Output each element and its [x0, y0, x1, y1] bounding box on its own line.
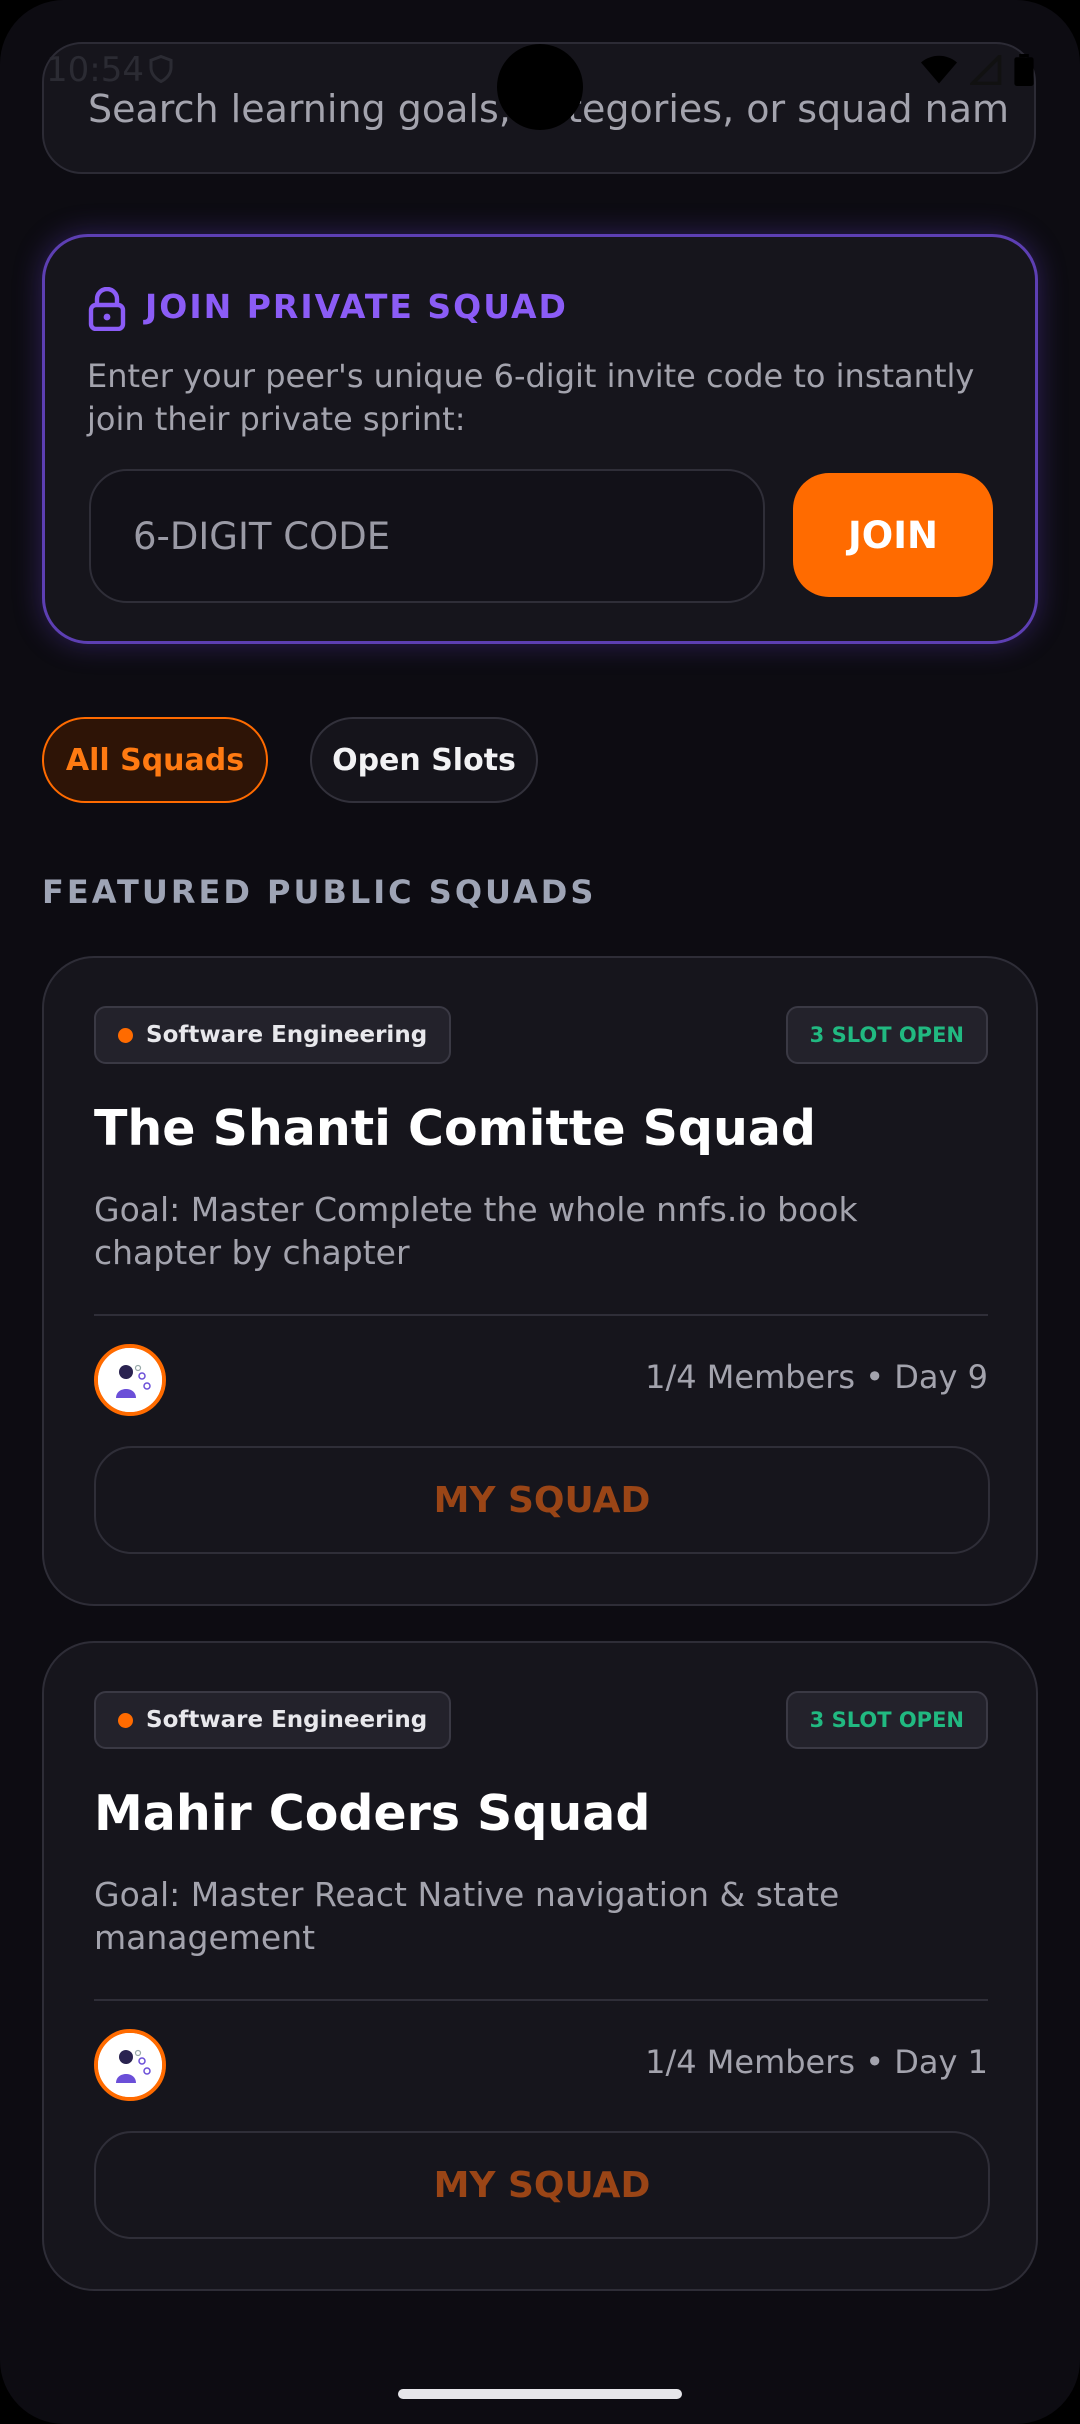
avatar — [94, 1344, 166, 1416]
filter-all-squads[interactable]: All Squads — [42, 717, 268, 803]
app-screen: 10:54 JOIN PRIVATE SQUAD Enter your peer… — [0, 0, 1080, 2424]
lock-icon — [88, 287, 126, 331]
my-squad-button[interactable]: MY SQUAD — [94, 2131, 990, 2239]
squad-card: Software Engineering 3 SLOT OPEN The Sha… — [42, 956, 1038, 1606]
filter-open-slots[interactable]: Open Slots — [310, 717, 538, 803]
battery-icon — [1014, 54, 1034, 86]
squad-goal: Goal: Master React Native navigation & s… — [94, 1875, 840, 1957]
squad-meta: 1/4 Members • Day 9 — [645, 1358, 988, 1396]
squad-goal: Goal: Master Complete the whole nnfs.io … — [94, 1190, 858, 1272]
cellular-signal-icon — [970, 55, 1002, 85]
category-dot — [118, 1713, 133, 1728]
squad-meta: 1/4 Members • Day 1 — [645, 2043, 988, 2081]
category-badge: Software Engineering — [94, 1006, 452, 1064]
status-icons — [920, 54, 1034, 86]
my-squad-button[interactable]: MY SQUAD — [94, 1446, 990, 1554]
category-badge: Software Engineering — [94, 1691, 452, 1749]
squad-name: The Shanti Comitte Squad — [94, 1100, 817, 1157]
category-dot — [118, 1028, 133, 1043]
avatar — [94, 2029, 166, 2101]
join-private-squad-card: JOIN PRIVATE SQUAD Enter your peer's uni… — [42, 234, 1038, 644]
join-button[interactable]: JOIN — [793, 473, 993, 597]
category-label: Software Engineering — [146, 1707, 428, 1733]
member-avatar-icon — [98, 2033, 162, 2097]
divider — [94, 1314, 988, 1316]
front-camera — [497, 44, 583, 130]
divider — [94, 1999, 988, 2001]
shield-icon — [149, 54, 173, 84]
invite-code-input[interactable] — [89, 469, 765, 603]
member-avatar-icon — [98, 1348, 162, 1412]
category-label: Software Engineering — [146, 1022, 428, 1048]
home-indicator[interactable] — [398, 2389, 682, 2399]
slot-badge: 3 SLOT OPEN — [785, 1691, 988, 1749]
slot-badge: 3 SLOT OPEN — [785, 1006, 988, 1064]
squad-card: Software Engineering 3 SLOT OPEN Mahir C… — [42, 1641, 1038, 2291]
status-time: 10:54 — [46, 50, 144, 90]
squad-name: Mahir Coders Squad — [94, 1785, 651, 1842]
section-title: FEATURED PUBLIC SQUADS — [42, 873, 597, 911]
wifi-icon — [921, 55, 957, 84]
private-squad-title: JOIN PRIVATE SQUAD — [145, 287, 568, 326]
private-squad-description: Enter your peer's unique 6-digit invite … — [87, 357, 975, 438]
